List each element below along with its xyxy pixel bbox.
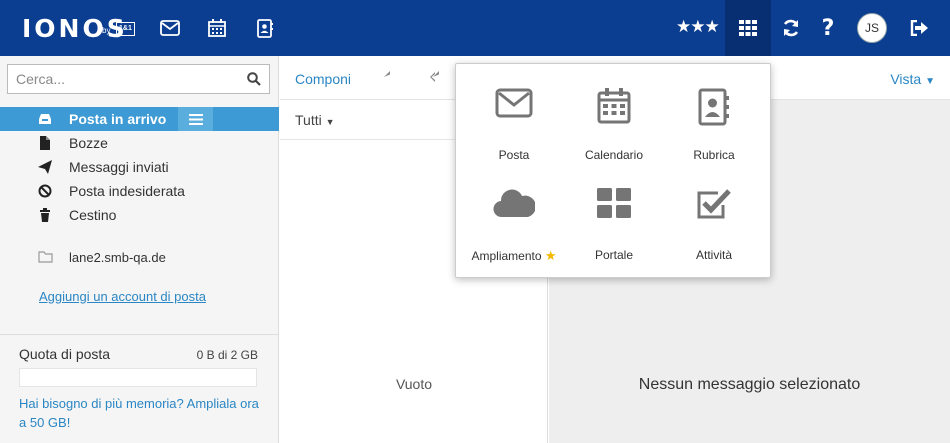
logo-by-text: by — [102, 26, 111, 35]
mail-nav-button[interactable] — [147, 0, 193, 56]
logout-button[interactable] — [896, 0, 942, 56]
app-portal[interactable]: Portale — [564, 168, 664, 262]
star-icon: ★ — [544, 248, 557, 263]
folder-label: Messaggi inviati — [69, 159, 169, 175]
app-calendar[interactable]: Calendario — [564, 68, 664, 162]
help-icon: ? — [821, 15, 835, 41]
logout-icon — [910, 20, 928, 36]
filter-label: Tutti — [295, 112, 322, 128]
app-tasks[interactable]: Attività — [664, 168, 764, 262]
draft-icon — [40, 136, 50, 150]
search-icon[interactable] — [247, 72, 261, 86]
quota-title: Quota di posta — [19, 346, 111, 362]
app-label-text: Ampliamento — [471, 249, 542, 263]
contacts-icon — [257, 18, 273, 38]
folder-drafts[interactable]: Bozze — [0, 131, 279, 155]
cloud-icon — [493, 189, 535, 218]
refresh-icon — [783, 19, 799, 37]
app-label: Rubrica — [693, 148, 735, 162]
folder-menu-button[interactable] — [178, 107, 213, 131]
account-folder[interactable]: lane2.smb-qa.de — [0, 246, 279, 270]
stars-icon[interactable]: ★★★ — [676, 17, 720, 37]
app-label: Ampliamento ★ — [464, 248, 564, 264]
folder-label: Posta in arrivo — [69, 111, 167, 127]
app-contacts[interactable]: Rubrica — [664, 68, 764, 162]
no-message-text: Nessun messaggio selezionato — [638, 376, 861, 393]
compose-button[interactable]: Componi — [295, 71, 351, 87]
spam-icon — [38, 184, 52, 198]
filter-dropdown[interactable]: Tutti ▼ — [295, 112, 335, 128]
folder-label: Cestino — [69, 207, 117, 223]
app-label: Calendario — [584, 148, 644, 162]
contacts-nav-button[interactable] — [242, 0, 288, 56]
view-menu-button[interactable]: Vista ▼ — [890, 71, 935, 87]
calendar-icon — [597, 88, 631, 124]
view-label: Vista — [890, 71, 922, 87]
help-button[interactable]: ? — [805, 0, 851, 56]
caret-down-icon: ▼ — [925, 76, 935, 87]
contacts-icon — [698, 88, 729, 126]
divider — [0, 334, 279, 335]
quota-progress-bar — [19, 368, 257, 387]
apps-menu-button[interactable] — [725, 0, 771, 56]
calendar-icon — [208, 19, 226, 37]
folder-spam[interactable]: Posta indesiderata — [0, 179, 279, 203]
avatar[interactable]: JS — [857, 13, 887, 43]
ionos-logo[interactable]: IONOS — [22, 14, 128, 43]
sidebar: Posta in arrivo Bozze Messaggi inviati P… — [0, 56, 279, 443]
mail-icon — [495, 88, 533, 118]
folder-label: Bozze — [69, 135, 108, 151]
account-label: lane2.smb-qa.de — [69, 250, 166, 265]
app-label: Attività — [695, 248, 732, 262]
add-account-link[interactable]: Aggiungi un account di posta — [39, 289, 206, 304]
empty-list-text: Vuoto — [395, 376, 433, 392]
apps-popup: Posta Calendario Rubrica Ampliamento ★ P… — [455, 63, 771, 278]
calendar-nav-button[interactable] — [194, 0, 240, 56]
app-label: Posta — [498, 148, 530, 162]
reply-all-icon[interactable] — [430, 71, 448, 85]
logo-brand-badge: 1&1 — [116, 22, 135, 36]
quota-value: 0 B di 2 GB — [196, 348, 258, 362]
trash-icon — [40, 208, 50, 222]
top-bar: IONOS by 1&1 ★★★ ? JS — [0, 0, 950, 56]
reply-icon[interactable] — [384, 71, 400, 85]
caret-down-icon: ▼ — [325, 117, 335, 127]
app-mail[interactable]: Posta — [464, 68, 564, 162]
portal-grid-icon — [597, 188, 631, 218]
upgrade-storage-link[interactable]: Hai bisogno di più memoria? Ampliala ora… — [19, 394, 269, 432]
apps-grid-icon — [739, 20, 757, 36]
sent-icon — [38, 160, 52, 174]
folder-sent[interactable]: Messaggi inviati — [0, 155, 279, 179]
app-label: Portale — [594, 248, 634, 262]
folder-icon — [38, 251, 53, 263]
hamburger-icon — [188, 113, 203, 125]
tasks-icon — [697, 189, 731, 219]
app-upgrade[interactable]: Ampliamento ★ — [464, 168, 564, 263]
folder-trash[interactable]: Cestino — [0, 203, 279, 227]
search-input[interactable] — [8, 65, 228, 93]
folder-inbox[interactable]: Posta in arrivo — [0, 107, 279, 131]
inbox-icon — [39, 114, 51, 124]
search-box — [7, 64, 270, 94]
mail-icon — [160, 20, 180, 36]
folder-label: Posta indesiderata — [69, 183, 185, 199]
